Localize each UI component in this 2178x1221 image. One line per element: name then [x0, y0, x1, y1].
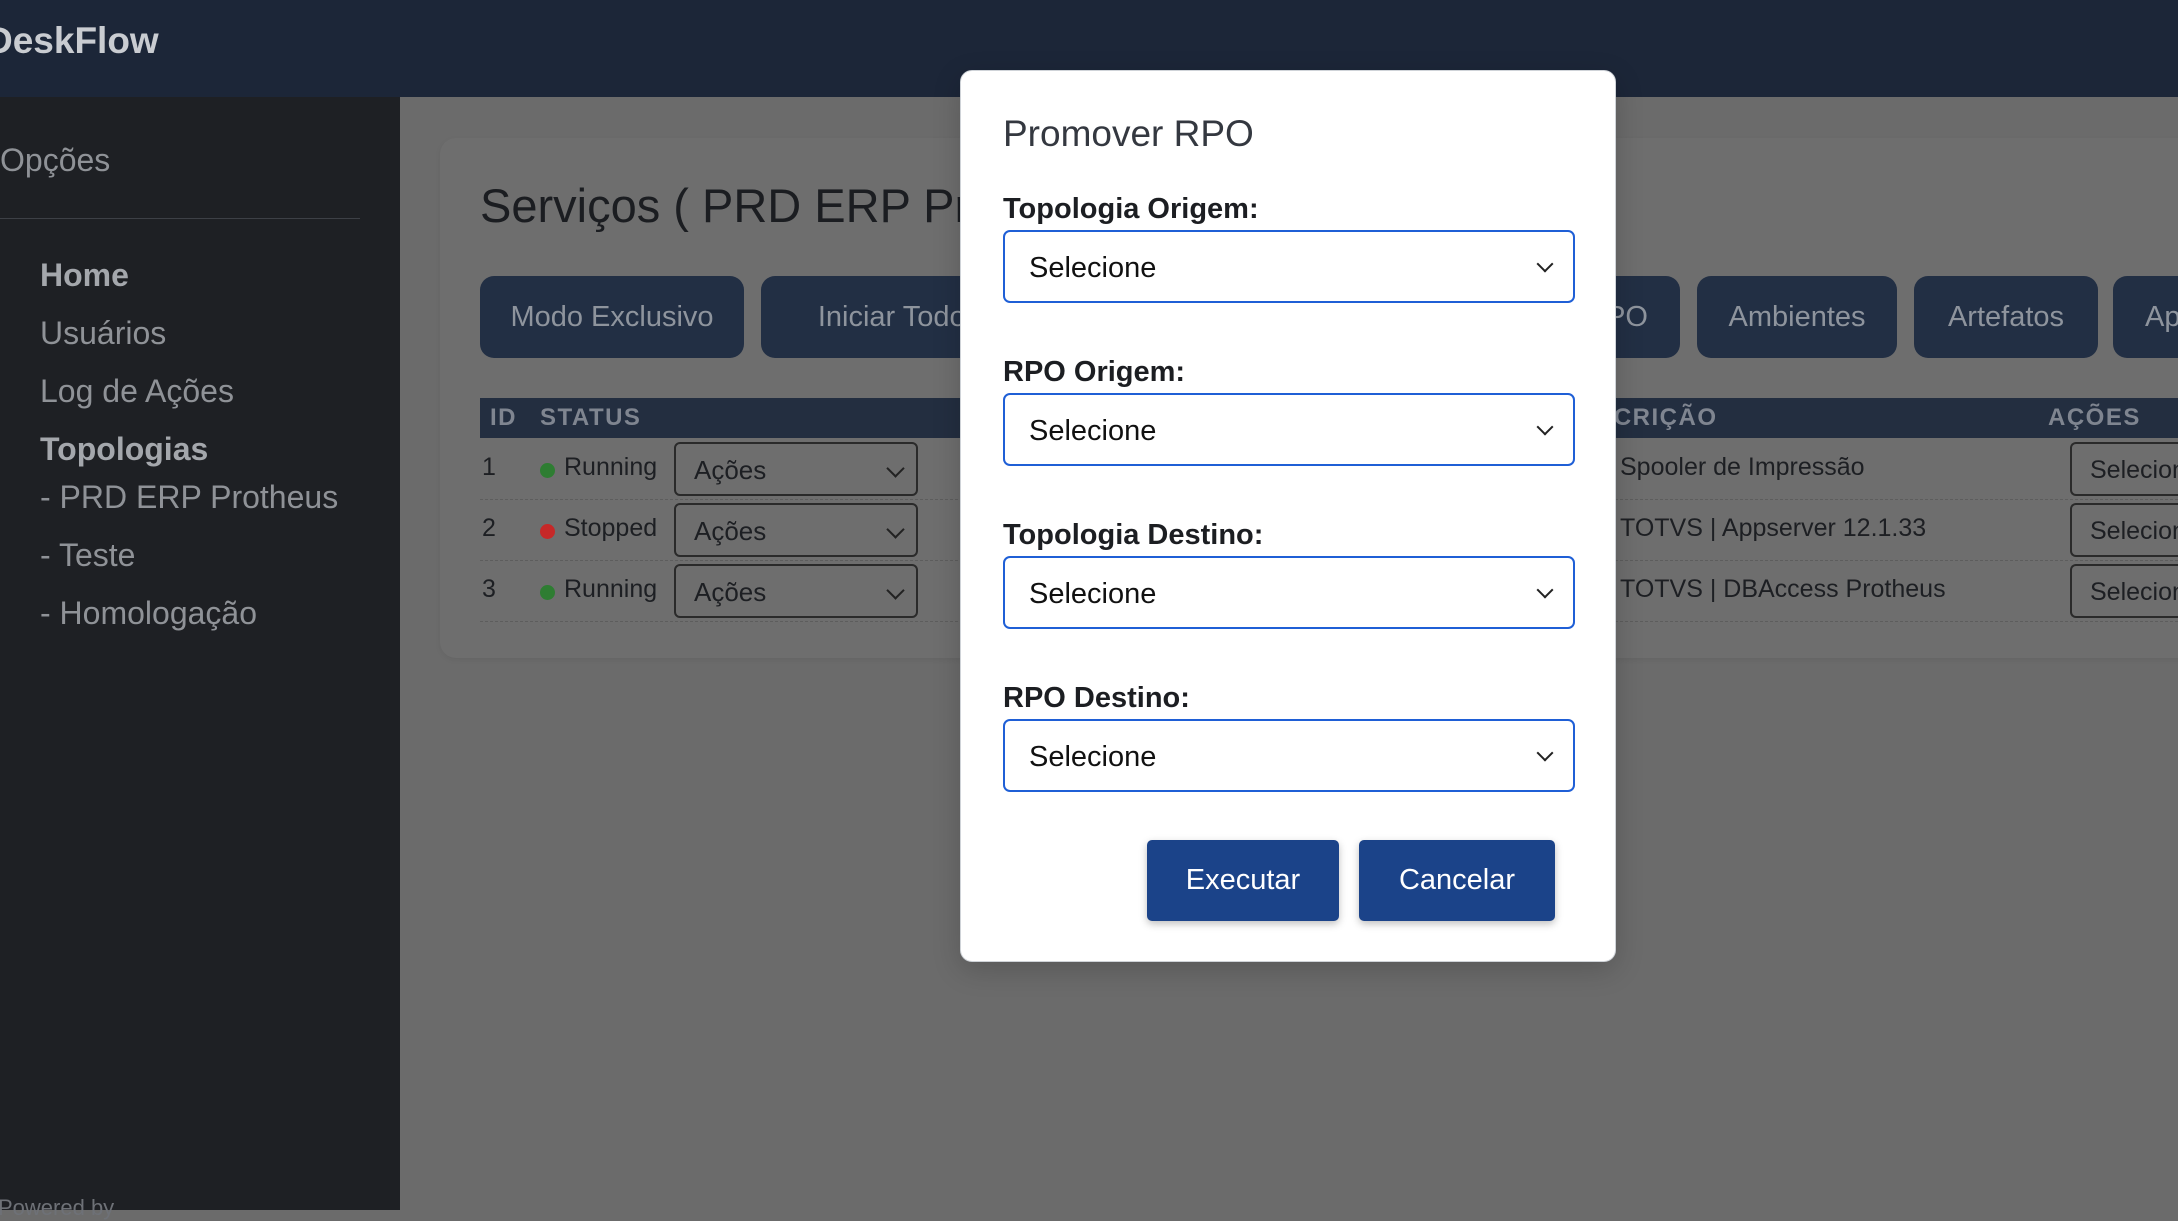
row-actions-select[interactable]: Ações: [674, 442, 918, 496]
chevron-down-icon: [1536, 255, 1554, 273]
target-topology-label: Topologia Destino:: [1003, 519, 1264, 551]
sidebar-item-teste[interactable]: - Teste: [40, 537, 135, 574]
environments-button[interactable]: Ambientes: [1697, 276, 1897, 358]
row-status: Stopped: [564, 514, 658, 542]
row-id: 1: [482, 453, 496, 481]
col-actions: AÇÕES: [2048, 404, 2141, 431]
promote-rpo-dialog: Promover RPO Topologia Origem: Selecione…: [960, 70, 1616, 962]
row-status: Running: [564, 575, 658, 603]
row-id: 2: [482, 514, 496, 542]
chevron-down-icon: [886, 581, 905, 600]
row-select-select[interactable]: Selecione: [2070, 503, 2178, 557]
execute-button[interactable]: Executar: [1147, 840, 1339, 921]
row-description: TOTVS | DBAccess Protheus: [1620, 575, 1946, 603]
row-description: Spooler de Impressão: [1620, 453, 1865, 481]
sidebar-item-homologacao[interactable]: - Homologação: [40, 595, 257, 632]
sidebar-title: Opções: [0, 142, 111, 178]
row-status: Running: [564, 453, 658, 481]
row-select-select[interactable]: Selecione: [2070, 564, 2178, 618]
artifacts-button[interactable]: Artefatos: [1914, 276, 2098, 358]
source-rpo-label: RPO Origem:: [1003, 356, 1186, 388]
cancel-button[interactable]: Cancelar: [1359, 840, 1555, 921]
col-id: ID: [490, 404, 517, 431]
sidebar-item-usuarios[interactable]: Usuários: [40, 315, 166, 352]
chevron-down-icon: [1536, 418, 1554, 436]
chevron-down-icon: [886, 520, 905, 539]
source-topology-select[interactable]: Selecione: [1003, 230, 1575, 303]
chevron-down-icon: [1536, 744, 1554, 762]
target-topology-select[interactable]: Selecione: [1003, 556, 1575, 629]
sidebar-item-prd-erp-protheus[interactable]: - PRD ERP Protheus: [40, 479, 338, 516]
status-dot-icon: [540, 524, 555, 539]
sidebar: Opções Home Usuários Log de Ações Topolo…: [0, 97, 400, 1220]
target-rpo-label: RPO Destino:: [1003, 682, 1190, 714]
chevron-down-icon: [1536, 581, 1554, 599]
sidebar-item-topologias[interactable]: Topologias: [40, 431, 208, 468]
source-rpo-select[interactable]: Selecione: [1003, 393, 1575, 466]
sidebar-footer: Powered by: [0, 1195, 115, 1220]
row-description: TOTVS | Appserver 12.1.33: [1620, 514, 1927, 542]
status-dot-icon: [540, 585, 555, 600]
status-dot-icon: [540, 463, 555, 478]
more-toolbar-button[interactable]: Ap: [2113, 276, 2178, 358]
row-actions-select[interactable]: Ações: [674, 564, 918, 618]
dialog-title: Promover RPO: [1003, 113, 1254, 154]
app-brand[interactable]: DeskFlow: [0, 20, 159, 62]
row-id: 3: [482, 575, 496, 603]
sidebar-item-log-acoes[interactable]: Log de Ações: [40, 373, 234, 410]
col-status: STATUS: [540, 404, 642, 431]
row-actions-select[interactable]: Ações: [674, 503, 918, 557]
chevron-down-icon: [886, 459, 905, 478]
sidebar-divider: [0, 218, 360, 219]
exclusive-mode-button[interactable]: Modo Exclusivo: [480, 276, 744, 358]
sidebar-item-home[interactable]: Home: [40, 257, 129, 294]
row-select-select[interactable]: Selecione: [2070, 442, 2178, 496]
target-rpo-select[interactable]: Selecione: [1003, 719, 1575, 792]
source-topology-label: Topologia Origem:: [1003, 193, 1259, 225]
